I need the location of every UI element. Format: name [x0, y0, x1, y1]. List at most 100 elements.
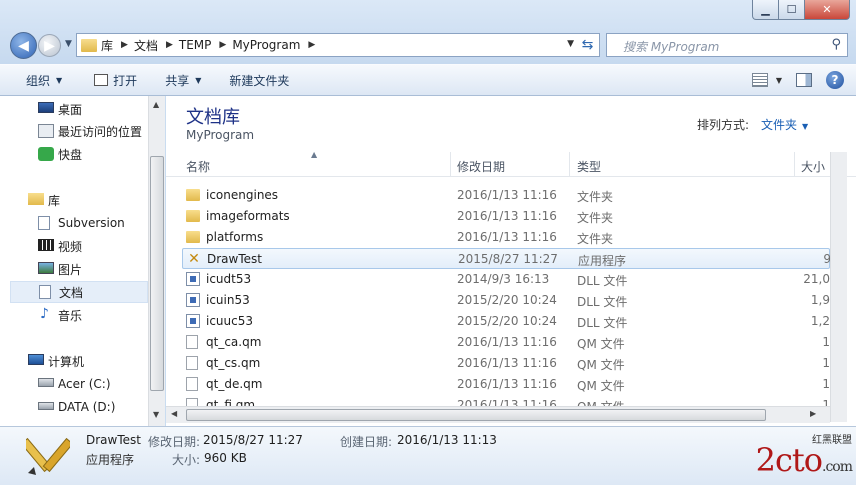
maximize-button[interactable]: ☐ — [779, 0, 805, 20]
nav-item-drive-d[interactable]: DATA (D:) — [10, 396, 148, 418]
dll-file-icon — [186, 314, 200, 328]
nav-item-documents[interactable]: 文档 — [10, 281, 148, 303]
details-created-label: 创建日期: — [340, 435, 393, 449]
nav-item-videos[interactable]: 视频 — [10, 235, 148, 257]
table-row[interactable]: icudt53 2014/9/3 16:13 DLL 文件 21,0 — [182, 269, 830, 290]
preview-pane-icon[interactable] — [796, 73, 812, 87]
nav-item-drive-c[interactable]: Acer (C:) — [10, 373, 148, 395]
table-row[interactable]: platforms 2016/1/13 11:16 文件夹 — [182, 227, 830, 248]
chevron-right-icon[interactable]: ▶ — [166, 40, 173, 50]
view-controls: ▼ ? — [751, 71, 844, 89]
scroll-left-icon[interactable]: ◀ — [171, 409, 177, 418]
table-row[interactable]: icuuc53 2015/2/20 10:24 DLL 文件 1,2 — [182, 311, 830, 332]
chevron-right-icon[interactable]: ▶ — [308, 40, 315, 50]
picture-icon — [38, 262, 54, 274]
nav-item-music[interactable]: ♪ 音乐 — [10, 304, 148, 326]
column-name[interactable]: 名称 — [186, 158, 210, 175]
file-modified-date: 2016/1/13 11:16 — [457, 377, 557, 391]
file-size: 9 — [823, 252, 831, 266]
column-divider — [569, 152, 570, 177]
qm-file-icon — [186, 356, 198, 370]
nav-item-recent-places[interactable]: 最近访问的位置 — [10, 120, 148, 142]
folder-icon — [186, 231, 200, 243]
video-icon — [38, 239, 54, 251]
dll-file-icon — [186, 272, 200, 286]
nav-pane-scrollbar[interactable]: ▲ ▼ — [148, 96, 165, 426]
scrollbar-thumb[interactable] — [150, 156, 164, 391]
file-type: 文件夹 — [577, 211, 614, 225]
file-list-pane: 文档库 MyProgram 排列方式: 文件夹 ▼ ▲ 名称 修改日期 类型 大小… — [166, 96, 856, 426]
dropdown-arrow-icon: ▼ — [802, 122, 809, 131]
file-size: 1 — [822, 356, 830, 370]
column-modified[interactable]: 修改日期 — [457, 158, 505, 175]
dropdown-arrow-icon: ▼ — [56, 75, 63, 85]
history-dropdown-icon[interactable]: ▼ — [65, 39, 72, 49]
column-type[interactable]: 类型 — [577, 158, 601, 175]
nav-item-desktop[interactable]: 桌面 — [10, 98, 148, 120]
view-dropdown-icon[interactable]: ▼ — [776, 76, 782, 85]
change-view-icon[interactable] — [751, 73, 768, 87]
back-button[interactable]: ◀ — [10, 32, 37, 59]
table-row[interactable]: qt_ca.qm 2016/1/13 11:16 QM 文件 1 — [182, 332, 830, 353]
table-row[interactable]: ✕ DrawTest 2015/8/27 11:27 应用程序 9 — [182, 248, 831, 269]
column-divider — [794, 152, 795, 177]
arrange-by-label: 排列方式: — [697, 118, 750, 132]
kuaipan-icon — [38, 147, 54, 161]
breadcrumb-temp[interactable]: TEMP ▶ — [179, 38, 226, 52]
file-list-horizontal-scrollbar[interactable]: ◀ ▶ — [166, 406, 830, 423]
scroll-down-icon[interactable]: ▼ — [153, 410, 159, 419]
file-modified-date: 2015/8/27 11:27 — [458, 252, 558, 266]
scrollbar-thumb[interactable] — [186, 409, 766, 421]
file-type: DLL 文件 — [577, 274, 628, 288]
share-button[interactable]: 共享 ▼ — [149, 65, 213, 95]
address-dropdown-icon[interactable]: ▼ — [567, 39, 574, 49]
file-type: 应用程序 — [578, 254, 627, 268]
table-row[interactable]: icuin53 2015/2/20 10:24 DLL 文件 1,9 — [182, 290, 830, 311]
nav-item-kuaipan[interactable]: 快盘 — [10, 143, 148, 165]
file-modified-date: 2016/1/13 11:16 — [457, 335, 557, 349]
window-controls: ▁ ☐ ✕ — [752, 0, 850, 20]
file-name: icudt53 — [206, 272, 252, 286]
forward-button[interactable]: ▶ — [38, 34, 61, 57]
nav-item-subversion[interactable]: Subversion — [10, 212, 148, 234]
close-button[interactable]: ✕ — [805, 0, 850, 20]
nav-item-computer[interactable]: 计算机 — [10, 350, 148, 372]
file-size: 1 — [822, 377, 830, 391]
column-divider — [450, 152, 451, 177]
table-row[interactable]: qt_de.qm 2016/1/13 11:16 QM 文件 1 — [182, 374, 830, 395]
qm-file-icon — [186, 377, 198, 391]
address-bar[interactable]: 库 ▶ 文档 ▶ TEMP ▶ MyProgram ▶ ▼ — [76, 33, 581, 57]
table-row[interactable]: imageformats 2016/1/13 11:16 文件夹 — [182, 206, 830, 227]
scroll-right-icon[interactable]: ▶ — [810, 409, 816, 418]
forward-arrow-icon: ▶ — [44, 37, 55, 54]
file-list-vertical-scrollbar[interactable] — [830, 152, 847, 422]
application-icon: ✕ — [188, 251, 200, 267]
arrange-by-dropdown[interactable]: 文件夹 ▼ — [761, 116, 808, 133]
breadcrumb-library[interactable]: 库 ▶ — [101, 37, 128, 54]
details-file-type: 应用程序 — [86, 453, 135, 467]
search-icon[interactable]: ⚲ — [831, 37, 841, 52]
qm-file-icon — [186, 335, 198, 349]
details-size-label: 大小: — [172, 453, 201, 467]
chevron-right-icon[interactable]: ▶ — [219, 40, 226, 50]
minimize-button[interactable]: ▁ — [752, 0, 779, 20]
scroll-up-icon[interactable]: ▲ — [153, 100, 159, 109]
open-button[interactable]: 打开 — [74, 65, 149, 95]
breadcrumb-documents[interactable]: 文档 ▶ — [134, 37, 173, 54]
help-icon[interactable]: ? — [826, 71, 844, 89]
new-folder-button[interactable]: 新建文件夹 — [213, 65, 301, 95]
table-row[interactable]: qt_cs.qm 2016/1/13 11:16 QM 文件 1 — [182, 353, 830, 374]
breadcrumb-myprogram[interactable]: MyProgram ▶ — [232, 38, 315, 52]
column-size[interactable]: 大小 — [801, 158, 825, 175]
table-row[interactable]: iconengines 2016/1/13 11:16 文件夹 — [182, 185, 830, 206]
file-type: QM 文件 — [577, 379, 625, 393]
file-modified-date: 2016/1/13 11:16 — [457, 230, 557, 244]
file-modified-date: 2016/1/13 11:16 — [457, 188, 557, 202]
refresh-button[interactable]: ⇆ — [576, 33, 600, 57]
nav-item-libraries[interactable]: 库 — [10, 189, 148, 211]
organize-button[interactable]: 组织 ▼ — [0, 65, 74, 95]
details-file-name: DrawTest — [86, 433, 141, 447]
nav-item-pictures[interactable]: 图片 — [10, 258, 148, 280]
chevron-right-icon[interactable]: ▶ — [121, 40, 128, 50]
search-input[interactable]: 搜索 MyProgram ⚲ — [606, 33, 848, 57]
